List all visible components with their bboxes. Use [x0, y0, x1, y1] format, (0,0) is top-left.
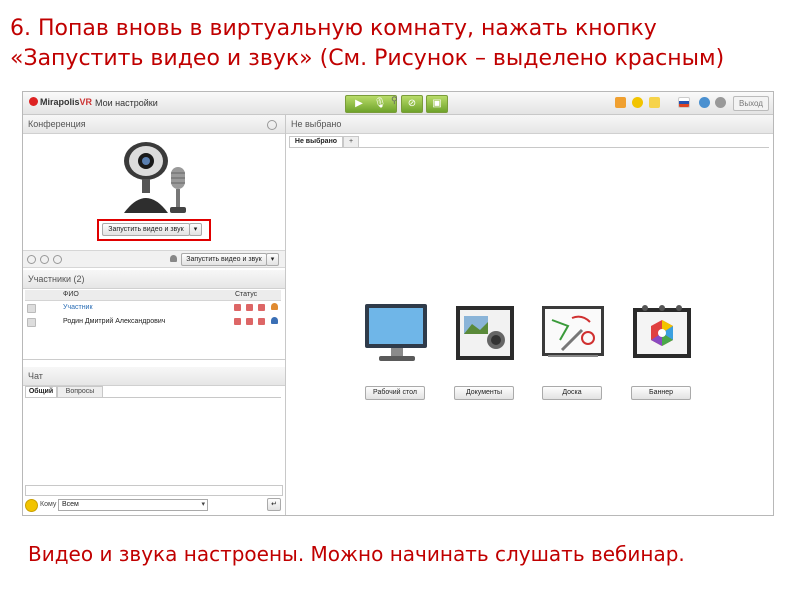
- tab-add[interactable]: +: [343, 136, 359, 147]
- participant-name: Участник: [63, 304, 93, 311]
- help-icon[interactable]: [699, 97, 710, 108]
- enter-icon: ↵: [271, 501, 277, 508]
- microphone-icon: 🎙: [373, 98, 387, 109]
- recipient-select[interactable]: Всем ▾: [58, 499, 208, 511]
- chat-header: Чат: [23, 367, 285, 386]
- left-column: Конференция Запустить видео и звук ▾ Зап…: [23, 115, 286, 515]
- chevron-down-icon: ▾: [270, 256, 275, 263]
- app-logo: MirapolisVR: [29, 97, 92, 107]
- webcam-microphone-icon: [124, 142, 186, 213]
- workspace-header: Не выбрано: [286, 115, 773, 134]
- slide-caption: Видео и звука настроены. Можно начинать …: [28, 542, 685, 566]
- zoom-icon[interactable]: [267, 120, 277, 130]
- power-icon[interactable]: [715, 97, 726, 108]
- user-icon: [170, 255, 177, 262]
- documents-button[interactable]: Документы: [454, 386, 514, 400]
- chevron-down-icon: ▾: [201, 501, 205, 508]
- participant-checkbox[interactable]: [27, 318, 36, 327]
- video-settings-icon[interactable]: [40, 255, 49, 264]
- av-controls-group[interactable]: ▶ 🎙: [345, 95, 397, 113]
- column-status: Статус: [235, 291, 258, 298]
- participants-list: Участник Родин Дмитрий Александрович: [25, 301, 281, 357]
- toolbar-dropdown[interactable]: ▾: [266, 253, 279, 266]
- tab-questions[interactable]: Вопросы: [57, 386, 103, 397]
- column-fio: ФИО: [63, 291, 79, 298]
- emoticon-icon[interactable]: [25, 499, 38, 512]
- logo-icon: [29, 97, 38, 106]
- hand-icon[interactable]: [615, 97, 626, 108]
- recipient-value: Всем: [62, 501, 79, 508]
- workspace: Не выбрано Не выбрано + Рабочий стол Док…: [286, 115, 773, 515]
- start-video-audio-dropdown[interactable]: ▾: [189, 223, 202, 236]
- screen-icon: ▣: [432, 98, 442, 109]
- camera-status-icon: [234, 304, 241, 311]
- participants-header: Участники (2): [23, 270, 285, 289]
- camera-icon: ▶: [355, 98, 363, 109]
- table-row[interactable]: Родин Дмитрий Александрович: [25, 315, 281, 329]
- record-icon[interactable]: [53, 255, 62, 264]
- start-video-audio-button-toolbar[interactable]: Запустить видео и звук: [181, 253, 267, 266]
- no-screen-icon: ⊘: [407, 98, 417, 109]
- start-video-audio-button[interactable]: Запустить видео и звук: [102, 223, 190, 236]
- screen-status-icon: [258, 318, 265, 325]
- whiteboard-icon[interactable]: [538, 300, 610, 366]
- camera-status-icon: [234, 318, 241, 325]
- language-flag-icon[interactable]: [678, 97, 690, 108]
- my-settings-menu[interactable]: Мои настройки: [95, 98, 158, 108]
- conference-toolbar: Запустить видео и звук ▾: [23, 250, 285, 268]
- exit-button[interactable]: Выход: [733, 96, 769, 111]
- conference-header: Конференция: [23, 115, 285, 134]
- tab-divider: [289, 147, 769, 148]
- table-row[interactable]: Участник: [25, 301, 281, 315]
- screen-status-icon: [258, 304, 265, 311]
- monitor-icon[interactable]: [361, 300, 433, 366]
- stop-screen-button[interactable]: ⊘: [401, 95, 423, 113]
- screen-button[interactable]: ▣: [426, 95, 448, 113]
- tab-not-selected[interactable]: Не выбрано: [289, 136, 343, 147]
- participant-name: Родин Дмитрий Александрович: [63, 318, 166, 325]
- documents-icon[interactable]: [450, 300, 522, 366]
- chat-message-input[interactable]: [25, 485, 283, 496]
- notes-icon[interactable]: [649, 97, 660, 108]
- desktop-button[interactable]: Рабочий стол: [365, 386, 425, 400]
- chevron-down-icon: ▾: [193, 226, 198, 233]
- tab-general[interactable]: Общий: [25, 386, 57, 397]
- chat-messages: [25, 397, 281, 486]
- mic-status-icon: [246, 304, 253, 311]
- participants-grid-header: ФИО Статус: [25, 290, 281, 301]
- send-button[interactable]: ↵: [267, 498, 281, 511]
- banner-icon[interactable]: [627, 300, 699, 366]
- banner-button[interactable]: Баннер: [631, 386, 691, 400]
- divider: [23, 359, 285, 360]
- mic-status-icon: [246, 318, 253, 325]
- user-role-icon: [271, 317, 278, 324]
- participant-checkbox[interactable]: [27, 304, 36, 313]
- app-window: MirapolisVR Мои настройки ▶ 🎙 ⚲ ⊘ ▣ Выхо…: [22, 91, 774, 516]
- slide-title: 6. Попав вновь в виртуальную комнату, на…: [10, 16, 725, 71]
- to-label: Кому: [40, 501, 57, 508]
- top-bar: MirapolisVR Мои настройки ▶ 🎙 ⚲ ⊘ ▣ Выхо…: [23, 92, 773, 115]
- user-role-icon: [271, 303, 278, 310]
- whiteboard-button[interactable]: Доска: [542, 386, 602, 400]
- pointer-icon[interactable]: ⚲: [391, 95, 398, 106]
- emoticon-icon[interactable]: [632, 97, 643, 108]
- audio-settings-icon[interactable]: [27, 255, 36, 264]
